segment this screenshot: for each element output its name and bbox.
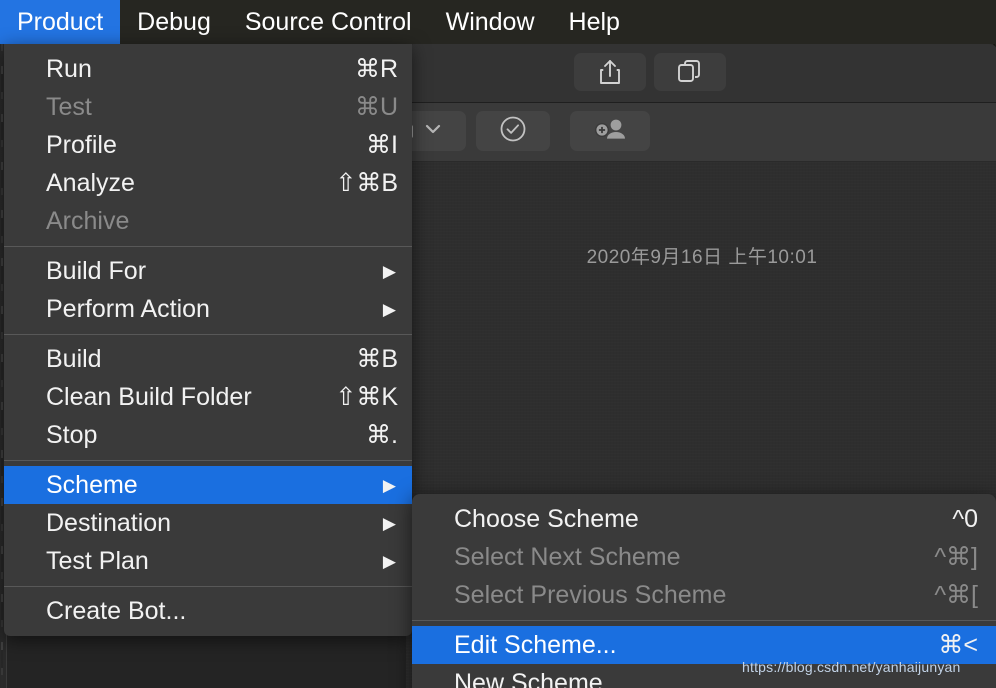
menu-label: Select Previous Scheme — [454, 580, 727, 609]
submenu-arrow-icon: ▶ — [382, 261, 396, 281]
menu-separator — [4, 586, 412, 587]
screen-root: 搜索 2020年9月16日 上午10:01 Product Debug Sour… — [0, 0, 996, 688]
menubar-label-debug: Debug — [137, 7, 211, 36]
menu-label: Scheme — [46, 470, 138, 499]
menu-label: Test Plan — [46, 546, 149, 575]
submenu-arrow-icon: ▶ — [382, 475, 396, 495]
menu-label: Profile — [46, 130, 117, 159]
menu-separator — [4, 460, 412, 461]
menu-item-destination[interactable]: Destination ▶ — [4, 504, 412, 542]
add-person-button[interactable] — [570, 111, 650, 151]
menu-label: New Scheme... — [454, 668, 624, 688]
menu-item-profile[interactable]: Profile ⌘I — [4, 126, 412, 164]
menubar-item-source-control[interactable]: Source Control — [228, 0, 429, 44]
menu-label: Build For — [46, 256, 147, 285]
menubar-item-help[interactable]: Help — [552, 0, 637, 44]
share-icon — [597, 57, 623, 87]
menu-shortcut: ⌘< — [938, 631, 978, 659]
menu-label: Stop — [46, 420, 98, 449]
menu-shortcut: ⇧⌘K — [335, 383, 398, 411]
duplicate-icon — [676, 58, 704, 86]
menu-label: Select Next Scheme — [454, 542, 681, 571]
menu-shortcut: ⌘I — [366, 131, 398, 159]
menu-label: Choose Scheme — [454, 504, 639, 533]
menubar-label-help: Help — [568, 7, 620, 36]
menu-label: Test — [46, 92, 92, 121]
submenu-item-select-next-scheme: Select Next Scheme ^⌘] — [412, 538, 996, 576]
menu-shortcut: ^⌘] — [934, 543, 978, 571]
checkmark-circle-icon — [498, 114, 528, 149]
menu-shortcut: ⌘R — [354, 55, 398, 83]
menu-label: Clean Build Folder — [46, 382, 252, 411]
scheme-submenu: Choose Scheme ^0 Select Next Scheme ^⌘] … — [412, 494, 996, 688]
menu-item-build-for[interactable]: Build For ▶ — [4, 252, 412, 290]
menu-item-build[interactable]: Build ⌘B — [4, 340, 412, 378]
menubar-item-window[interactable]: Window — [429, 0, 552, 44]
submenu-item-new-scheme[interactable]: New Scheme... — [412, 664, 996, 688]
menu-separator — [4, 334, 412, 335]
menu-label: Build — [46, 344, 102, 373]
menubar-label-source-control: Source Control — [244, 7, 412, 36]
menu-separator — [412, 620, 996, 621]
menu-shortcut: ⌘B — [356, 345, 398, 373]
menu-separator — [4, 246, 412, 247]
menubar-label-window: Window — [445, 7, 535, 36]
menu-item-create-bot[interactable]: Create Bot... — [4, 592, 412, 630]
chevron-down-icon — [424, 122, 442, 140]
menu-item-archive: Archive — [4, 202, 412, 240]
menu-label: Run — [46, 54, 92, 83]
product-dropdown-menu: Run ⌘R Test ⌘U Profile ⌘I Analyze ⇧⌘B Ar… — [4, 44, 412, 636]
menu-item-analyze[interactable]: Analyze ⇧⌘B — [4, 164, 412, 202]
menu-label: Perform Action — [46, 294, 210, 323]
menu-shortcut: ⇧⌘B — [335, 169, 398, 197]
menu-shortcut: ⌘. — [366, 421, 398, 449]
menu-item-scheme[interactable]: Scheme ▶ — [4, 466, 412, 504]
menu-bar: Product Debug Source Control Window Help — [0, 0, 996, 44]
duplicate-button[interactable] — [654, 53, 726, 91]
menubar-label-product: Product — [17, 7, 104, 36]
menubar-item-product[interactable]: Product — [0, 0, 121, 44]
menu-item-run[interactable]: Run ⌘R — [4, 50, 412, 88]
submenu-arrow-icon: ▶ — [382, 299, 396, 319]
submenu-item-edit-scheme[interactable]: Edit Scheme... ⌘< — [412, 626, 996, 664]
menu-item-clean-build-folder[interactable]: Clean Build Folder ⇧⌘K — [4, 378, 412, 416]
submenu-arrow-icon: ▶ — [382, 551, 396, 571]
menubar-item-debug[interactable]: Debug — [120, 0, 228, 44]
note-date-label: 2020年9月16日 上午10:01 — [586, 247, 818, 268]
menu-label: Analyze — [46, 168, 135, 197]
menu-label: Create Bot... — [46, 596, 187, 625]
add-person-icon — [593, 116, 627, 147]
menu-item-test: Test ⌘U — [4, 88, 412, 126]
share-button[interactable] — [574, 53, 646, 91]
app-toolbar-top — [406, 44, 996, 103]
menu-shortcut: ^0 — [952, 504, 978, 533]
menu-label: Edit Scheme... — [454, 630, 617, 659]
submenu-item-select-previous-scheme: Select Previous Scheme ^⌘[ — [412, 576, 996, 614]
submenu-item-choose-scheme[interactable]: Choose Scheme ^0 — [412, 500, 996, 538]
submenu-arrow-icon: ▶ — [382, 513, 396, 533]
menu-shortcut: ^⌘[ — [934, 581, 978, 609]
menu-shortcut: ⌘U — [354, 93, 398, 121]
menu-item-stop[interactable]: Stop ⌘. — [4, 416, 412, 454]
menu-label: Destination — [46, 508, 172, 537]
checklist-button[interactable] — [476, 111, 550, 151]
menu-item-test-plan[interactable]: Test Plan ▶ — [4, 542, 412, 580]
menu-item-perform-action[interactable]: Perform Action ▶ — [4, 290, 412, 328]
menu-label: Archive — [46, 206, 130, 235]
app-toolbar-secondary: 搜索 — [392, 103, 996, 162]
